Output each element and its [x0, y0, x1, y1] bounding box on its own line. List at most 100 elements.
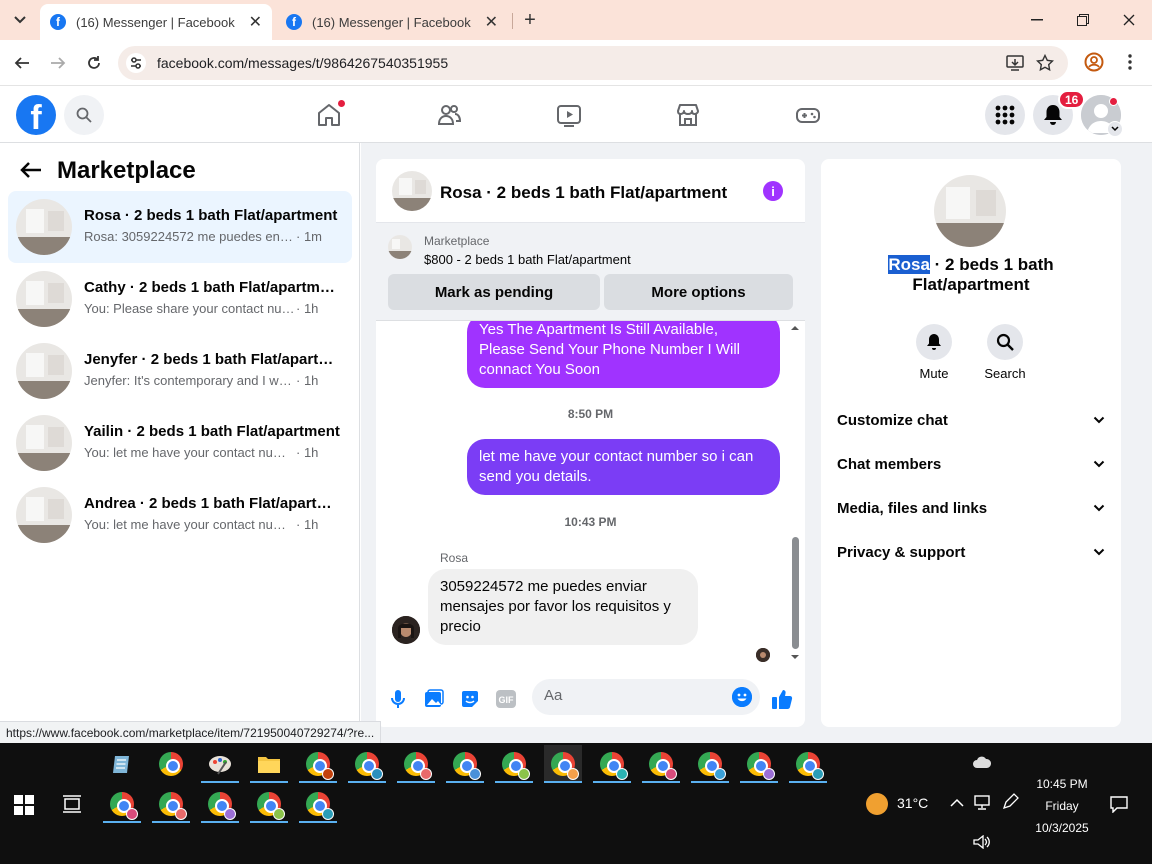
info-icon[interactable]: i — [763, 181, 783, 201]
chat-title[interactable]: Rosa · 2 beds 1 bath Flat/apartment — [440, 183, 727, 203]
taskbar-app-chrome-profile[interactable] — [299, 785, 337, 823]
reload-button[interactable] — [82, 51, 106, 75]
facebook-logo[interactable]: f — [16, 95, 56, 135]
taskbar-app-chrome-profile[interactable] — [299, 745, 337, 783]
emoji-icon[interactable] — [732, 687, 752, 707]
mute-action[interactable]: Mute — [904, 324, 964, 381]
weather-temperature[interactable]: 31°C — [897, 795, 928, 811]
taskbar-app-chrome-profile[interactable] — [642, 745, 680, 783]
taskbar-app-chrome-profile[interactable] — [740, 745, 778, 783]
taskbar-app-chrome-profile[interactable] — [495, 745, 533, 783]
pen-icon[interactable] — [1001, 793, 1019, 811]
taskbar-app-file-explorer[interactable] — [250, 745, 288, 783]
taskbar-app-chrome-profile[interactable] — [152, 785, 190, 823]
show-hidden-icons-chevron-up-icon[interactable] — [950, 798, 964, 808]
account-menu-chevron[interactable] — [1107, 121, 1123, 137]
profile-icon[interactable] — [1084, 52, 1104, 72]
taskbar-clock[interactable]: 10:45 PM Friday 10/3/2025 — [1020, 773, 1104, 839]
conversation-preview: Jenyfer: It's contemporary and I wasn'..… — [84, 373, 296, 388]
address-bar[interactable]: facebook.com/messages/t/9864267540351955 — [118, 46, 1068, 80]
mark-as-pending-button[interactable]: Mark as pending — [388, 274, 600, 310]
chat-members-section[interactable]: Chat members — [837, 442, 1105, 486]
nav-friends[interactable] — [435, 101, 463, 129]
new-tab-button[interactable]: + — [518, 8, 542, 32]
bell-icon — [916, 324, 952, 360]
taskbar-app-chrome-profile[interactable] — [446, 745, 484, 783]
menu-button[interactable] — [985, 95, 1025, 135]
taskbar-app-chrome-profile[interactable] — [397, 745, 435, 783]
chevron-down-icon — [1093, 504, 1105, 512]
nav-gaming[interactable] — [794, 101, 822, 129]
voice-clip-button[interactable] — [386, 687, 410, 711]
scrollbar-thumb[interactable] — [792, 537, 799, 649]
listing-thumbnail — [16, 487, 72, 543]
taskbar-app-chrome[interactable] — [152, 745, 190, 783]
chrome-icon — [747, 752, 775, 780]
back-button[interactable] — [10, 51, 34, 75]
conversation-item-rosa[interactable]: Rosa · 2 beds 1 bath Flat/apartment Rosa… — [8, 191, 352, 263]
close-tab-icon[interactable]: ✕ — [249, 12, 262, 32]
minimize-button[interactable] — [1014, 6, 1060, 34]
close-icon — [1123, 14, 1135, 26]
nav-marketplace[interactable] — [674, 101, 702, 129]
facebook-favicon-icon: f — [286, 14, 302, 30]
minimize-icon — [1031, 19, 1043, 21]
site-info-icon[interactable] — [126, 53, 146, 73]
taskbar-app-notes[interactable] — [103, 745, 141, 783]
nav-video[interactable] — [555, 101, 583, 129]
search-in-conversation-action[interactable]: Search — [975, 324, 1035, 381]
privacy-support-section[interactable]: Privacy & support — [837, 530, 1105, 574]
conversation-item-cathy[interactable]: Cathy · 2 beds 1 bath Flat/apartment You… — [8, 263, 352, 335]
taskbar-app-paint[interactable] — [201, 745, 239, 783]
taskbar-app-chrome-profile[interactable] — [348, 745, 386, 783]
conversation-name: Cathy · 2 beds 1 bath Flat/apartment — [84, 279, 340, 296]
conversation-item-yailin[interactable]: Yailin · 2 beds 1 bath Flat/apartment Yo… — [8, 407, 352, 479]
windows-start-icon[interactable] — [14, 795, 34, 815]
arrow-right-icon — [51, 57, 66, 69]
customize-chat-section[interactable]: Customize chat — [837, 398, 1105, 442]
browser-tab[interactable]: f (16) Messenger | Facebook ✕ — [276, 4, 508, 40]
taskbar-app-chrome-profile[interactable] — [789, 745, 827, 783]
chrome-icon — [600, 752, 628, 780]
media-files-links-section[interactable]: Media, files and links — [837, 486, 1105, 530]
sender-avatar[interactable] — [392, 616, 420, 644]
chat-listing-thumbnail[interactable] — [392, 171, 432, 211]
chrome-icon — [698, 752, 726, 780]
link-status-bubble: https://www.facebook.com/marketplace/ite… — [0, 721, 382, 743]
bookmark-star-icon[interactable] — [1036, 54, 1054, 72]
gif-button[interactable]: GIF — [494, 687, 518, 711]
message-input[interactable] — [544, 687, 724, 704]
listing-price-title[interactable]: $800 - 2 beds 1 bath Flat/apartment — [424, 252, 631, 267]
like-button[interactable] — [770, 687, 794, 711]
task-view-icon[interactable] — [62, 795, 82, 813]
outgoing-message: Yes The Apartment Is Still Available, Pl… — [467, 321, 780, 388]
close-window-button[interactable] — [1106, 6, 1152, 34]
weather-icon[interactable] — [866, 793, 888, 815]
taskbar-app-chrome-profile[interactable] — [103, 785, 141, 823]
browser-tab-active[interactable]: f (16) Messenger | Facebook ✕ — [40, 4, 272, 40]
action-center-icon[interactable] — [1110, 795, 1128, 813]
back-arrow-icon[interactable] — [20, 161, 42, 179]
conversation-item-andrea[interactable]: Andrea · 2 beds 1 bath Flat/apartm... Yo… — [8, 479, 352, 551]
taskbar-app-chrome-profile[interactable] — [201, 785, 239, 823]
forward-button[interactable] — [46, 51, 70, 75]
tab-search-button[interactable] — [6, 8, 34, 32]
close-tab-icon[interactable]: ✕ — [485, 12, 498, 32]
attach-image-button[interactable] — [422, 687, 446, 711]
restore-button[interactable] — [1060, 6, 1106, 34]
taskbar-app-chrome-profile[interactable] — [250, 785, 288, 823]
onedrive-icon[interactable] — [972, 755, 992, 769]
taskbar-app-chrome-profile[interactable] — [691, 745, 729, 783]
browser-menu-icon[interactable] — [1122, 52, 1138, 72]
conversation-item-jenyfer[interactable]: Jenyfer · 2 beds 1 bath Flat/apartm... J… — [8, 335, 352, 407]
chat-header: Rosa · 2 beds 1 bath Flat/apartment i — [376, 159, 805, 223]
network-icon[interactable] — [973, 795, 991, 811]
more-options-button[interactable]: More options — [604, 274, 793, 310]
facebook-search-button[interactable] — [64, 95, 104, 135]
taskbar-app-chrome-active[interactable] — [544, 745, 582, 783]
volume-icon[interactable] — [973, 835, 991, 849]
chevron-down-icon — [1093, 416, 1105, 424]
install-app-icon[interactable] — [1006, 54, 1024, 72]
taskbar-app-chrome-profile[interactable] — [593, 745, 631, 783]
sticker-button[interactable] — [458, 687, 482, 711]
